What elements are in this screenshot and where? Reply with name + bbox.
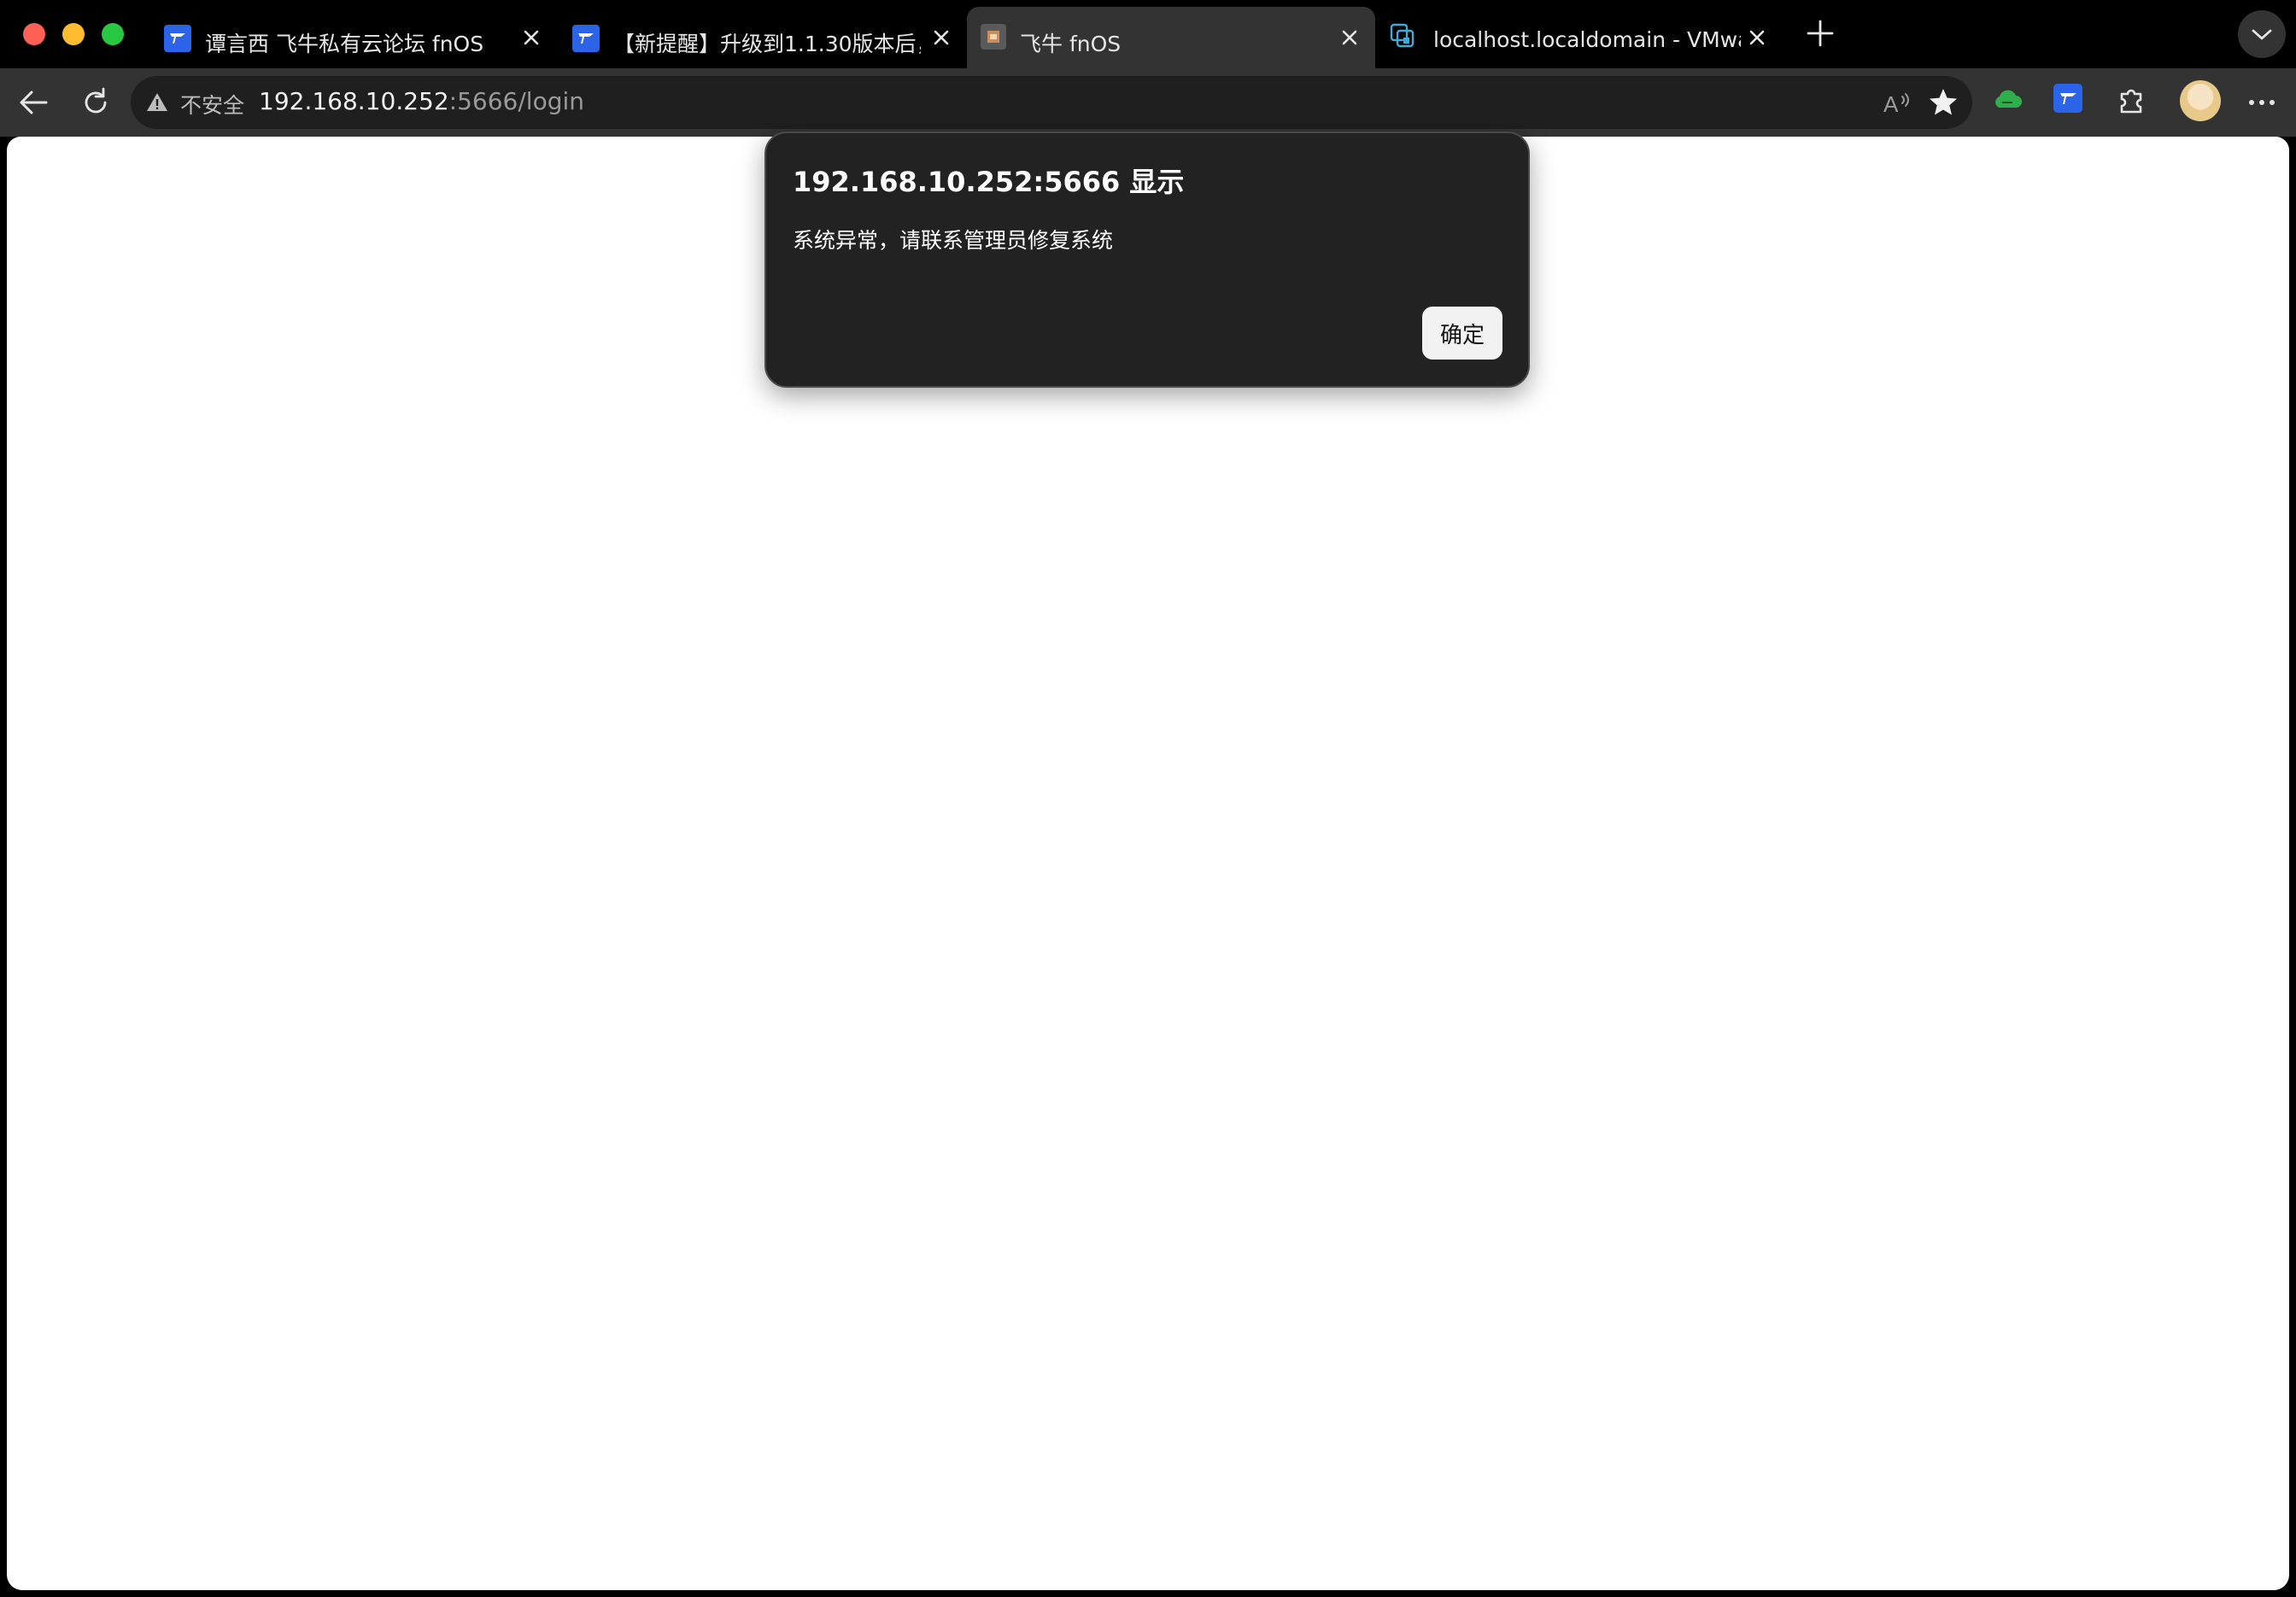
- browser-window: 谭言西 飞牛私有云论坛 fnOS 【新提醒】升级到1.1.30版本后， 飞牛 f…: [0, 0, 2296, 1597]
- fnos-forum-icon: [572, 25, 600, 52]
- fnos-page-icon: [981, 24, 1006, 50]
- tab-4[interactable]: localhost.localdomain - VMware: [1380, 7, 1782, 68]
- tab-title: 【新提醒】升级到1.1.30版本后，: [613, 32, 921, 56]
- navigation-toolbar: 不安全 192.168.10.252:5666/login A: [0, 68, 2296, 137]
- url-host: 192.168.10.252: [259, 87, 449, 115]
- chevron-down-icon: [2252, 29, 2272, 40]
- warning-icon[interactable]: [146, 91, 168, 114]
- tab-title: 飞牛 fnOS: [1020, 32, 1122, 56]
- read-aloud-icon[interactable]: A: [1882, 88, 1912, 119]
- minimize-window-button[interactable]: [62, 23, 85, 45]
- url-text[interactable]: 192.168.10.252:5666/login: [259, 87, 584, 115]
- ok-button[interactable]: 确定: [1422, 307, 1502, 360]
- tab-title: localhost.localdomain - VMware: [1433, 27, 1741, 52]
- new-tab-button[interactable]: [1806, 19, 1835, 48]
- dialog-title: 192.168.10.252:5666 显示: [793, 166, 1185, 198]
- cloud-extension-icon[interactable]: [1988, 82, 2026, 120]
- fnos-extension-icon[interactable]: [2053, 84, 2082, 113]
- tab-title: 谭言西 飞牛私有云论坛 fnOS: [205, 32, 484, 56]
- address-bar[interactable]: 不安全 192.168.10.252:5666/login A: [131, 76, 1972, 129]
- close-tab-icon[interactable]: [929, 26, 953, 50]
- vmware-icon: [1389, 22, 1420, 53]
- url-path: :5666/login: [448, 87, 585, 115]
- dialog-message: 系统异常，请联系管理员修复系统: [793, 228, 1114, 253]
- more-options-icon[interactable]: [2243, 84, 2281, 121]
- alert-dialog: 192.168.10.252:5666 显示 系统异常，请联系管理员修复系统 确…: [764, 132, 1530, 388]
- maximize-window-button[interactable]: [102, 23, 124, 45]
- favorite-star-icon[interactable]: [1927, 86, 1959, 119]
- close-tab-icon[interactable]: [1745, 26, 1769, 50]
- tab-actions-button[interactable]: [2238, 10, 2286, 58]
- close-window-button[interactable]: [23, 23, 45, 45]
- extensions-puzzle-icon[interactable]: [2113, 82, 2151, 120]
- back-arrow-icon[interactable]: [15, 84, 53, 121]
- profile-avatar[interactable]: [2180, 80, 2221, 121]
- tab-3-active[interactable]: 飞牛 fnOS: [967, 7, 1375, 68]
- tab-2[interactable]: 【新提醒】升级到1.1.30版本后，: [560, 7, 962, 68]
- security-status-label[interactable]: 不安全: [180, 89, 244, 120]
- tab-strip: 谭言西 飞牛私有云论坛 fnOS 【新提醒】升级到1.1.30版本后， 飞牛 f…: [0, 0, 2296, 68]
- svg-text:A: A: [1883, 91, 1899, 117]
- reload-icon[interactable]: [77, 84, 114, 121]
- tab-1[interactable]: 谭言西 飞牛私有云论坛 fnOS: [152, 7, 554, 68]
- close-tab-icon[interactable]: [519, 26, 543, 50]
- fnos-forum-icon: [164, 25, 191, 52]
- close-tab-icon[interactable]: [1338, 26, 1362, 50]
